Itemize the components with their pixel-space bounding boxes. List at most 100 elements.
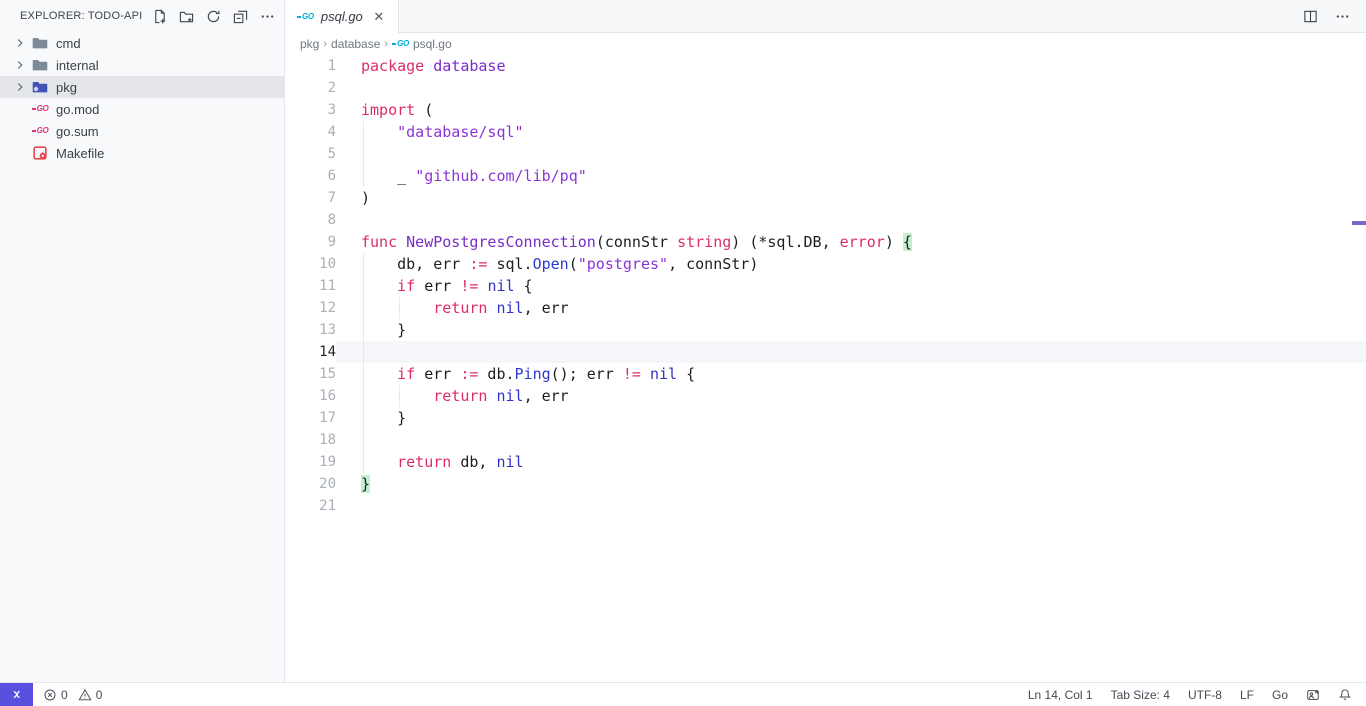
- code-content: [336, 429, 1366, 451]
- token: error: [840, 233, 885, 251]
- new-file-icon[interactable]: [150, 7, 168, 25]
- token: ): [361, 189, 370, 207]
- line-number: 1: [285, 55, 336, 77]
- tree-item-label: go.mod: [56, 102, 99, 117]
- token: "postgres": [578, 255, 668, 273]
- code-line-16[interactable]: 16 return nil, err: [285, 385, 1366, 407]
- tree-item-cmd[interactable]: cmd: [0, 32, 284, 54]
- refresh-icon[interactable]: [204, 7, 222, 25]
- remote-indicator[interactable]: [0, 683, 33, 706]
- more-actions-icon[interactable]: [258, 7, 276, 25]
- error-icon: [43, 688, 57, 702]
- tree-item-Makefile[interactable]: Makefile: [0, 142, 284, 164]
- line-number: 13: [285, 319, 336, 341]
- language-mode-status[interactable]: Go: [1272, 688, 1288, 702]
- breadcrumb-item-database[interactable]: database: [331, 37, 380, 51]
- token: }: [361, 475, 370, 493]
- line-number: 3: [285, 99, 336, 121]
- tab-size-status[interactable]: Tab Size: 4: [1111, 688, 1170, 702]
- token: (connStr: [596, 233, 677, 251]
- token: Open: [533, 255, 569, 273]
- tree-item-internal[interactable]: internal: [0, 54, 284, 76]
- code-line-4[interactable]: 4 "database/sql": [285, 121, 1366, 143]
- split-editor-icon[interactable]: [1300, 6, 1320, 26]
- code-content: [336, 495, 1366, 517]
- code-content: func NewPostgresConnection(connStr strin…: [336, 231, 1366, 253]
- bell-icon[interactable]: [1338, 688, 1352, 702]
- eol-status[interactable]: LF: [1240, 688, 1254, 702]
- code-content: [336, 143, 1366, 165]
- new-folder-icon[interactable]: [177, 7, 195, 25]
- go-file-icon: GO: [392, 40, 409, 48]
- explorer-header: EXPLORER: TODO-API: [0, 0, 284, 32]
- code-line-17[interactable]: 17 }: [285, 407, 1366, 429]
- tree-item-go-sum[interactable]: GOgo.sum: [0, 120, 284, 142]
- tree-item-go-mod[interactable]: GO go.mod: [0, 98, 284, 120]
- vscode-window: EXPLORER: TODO-API: [0, 0, 1366, 706]
- token: , err: [524, 387, 569, 405]
- tree-item-label: internal: [56, 58, 99, 73]
- code-line-3[interactable]: 3import (: [285, 99, 1366, 121]
- tab-psql-go[interactable]: GO psql.go ✕: [285, 0, 399, 33]
- code-content: [336, 341, 1366, 363]
- code-line-13[interactable]: 13 }: [285, 319, 1366, 341]
- code-line-21[interactable]: 21: [285, 495, 1366, 517]
- code-line-9[interactable]: 9func NewPostgresConnection(connStr stri…: [285, 231, 1366, 253]
- code-line-14[interactable]: 14: [285, 341, 1366, 363]
- warning-count: 0: [96, 688, 103, 702]
- close-icon[interactable]: ✕: [370, 8, 388, 26]
- code-content: [336, 209, 1366, 231]
- indent-guide: [363, 297, 364, 319]
- code-line-7[interactable]: 7): [285, 187, 1366, 209]
- line-number: 10: [285, 253, 336, 275]
- token: nil: [487, 277, 514, 295]
- code-line-15[interactable]: 15 if err := db.Ping(); err != nil {: [285, 363, 1366, 385]
- token: return: [433, 387, 487, 405]
- makefile-icon: [32, 145, 48, 161]
- indent-guide: [363, 341, 364, 363]
- token: }: [361, 321, 406, 339]
- folder-icon: [32, 35, 48, 51]
- code-editor[interactable]: 1 package database 23import (4 "database/s…: [285, 55, 1366, 682]
- code-line-12[interactable]: 12 return nil, err: [285, 297, 1366, 319]
- cursor-position-status[interactable]: Ln 14, Col 1: [1028, 688, 1093, 702]
- code-content: }: [336, 407, 1366, 429]
- problems-status[interactable]: 0 0: [43, 688, 108, 702]
- line-number: 11: [285, 275, 336, 297]
- code-line-10[interactable]: 10 db, err := sql.Open("postgres", connS…: [285, 253, 1366, 275]
- code-content: _ "github.com/lib/pq": [336, 165, 1366, 187]
- feedback-icon[interactable]: [1306, 688, 1320, 702]
- tree-item-pkg[interactable]: pkg: [0, 76, 284, 98]
- token: [361, 453, 397, 471]
- token: database: [433, 57, 505, 75]
- token: (: [569, 255, 578, 273]
- tree-item-label: go.sum: [56, 124, 99, 139]
- go-mod-icon: GO: [32, 101, 48, 117]
- code-line-18[interactable]: 18: [285, 429, 1366, 451]
- breadcrumb-item-file[interactable]: GO psql.go: [392, 37, 452, 51]
- encoding-status[interactable]: UTF-8: [1188, 688, 1222, 702]
- code-line-19[interactable]: 19 return db, nil: [285, 451, 1366, 473]
- more-actions-icon[interactable]: [1332, 6, 1352, 26]
- code-line-5[interactable]: 5: [285, 143, 1366, 165]
- collapse-folders-icon[interactable]: [231, 7, 249, 25]
- breadcrumb-item-pkg[interactable]: pkg: [300, 37, 319, 51]
- code-line-11[interactable]: 11 if err != nil {: [285, 275, 1366, 297]
- token: nil: [650, 365, 677, 383]
- token: if: [397, 277, 415, 295]
- line-number: 4: [285, 121, 336, 143]
- token: [641, 365, 650, 383]
- chevron-right-icon: ›: [323, 38, 327, 50]
- editor-actions: [1300, 0, 1366, 32]
- chevron-right-icon: ›: [384, 38, 388, 50]
- indent-guide: [363, 363, 364, 385]
- token: {: [677, 365, 695, 383]
- code-line-8[interactable]: 8: [285, 209, 1366, 231]
- token: package: [361, 57, 424, 75]
- indent-guide: [363, 165, 364, 187]
- code-line-20[interactable]: 20}: [285, 473, 1366, 495]
- code-line-1[interactable]: 1 package database: [285, 55, 1366, 77]
- tab-bar: GO psql.go ✕: [285, 0, 1366, 33]
- code-line-6[interactable]: 6 _ "github.com/lib/pq": [285, 165, 1366, 187]
- code-line-2[interactable]: 2: [285, 77, 1366, 99]
